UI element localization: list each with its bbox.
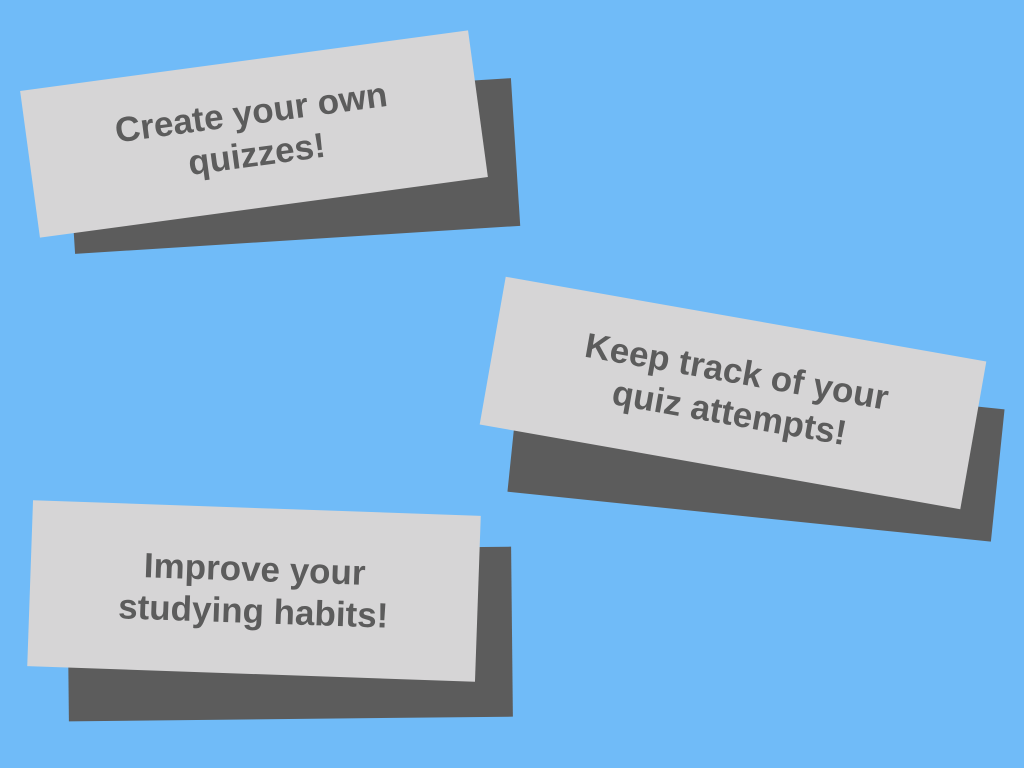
feature-card-improve-habits: Improve your studying habits! [0, 0, 1024, 768]
card-panel: Improve your studying habits! [27, 500, 481, 682]
card-text: Improve your studying habits! [117, 546, 390, 636]
